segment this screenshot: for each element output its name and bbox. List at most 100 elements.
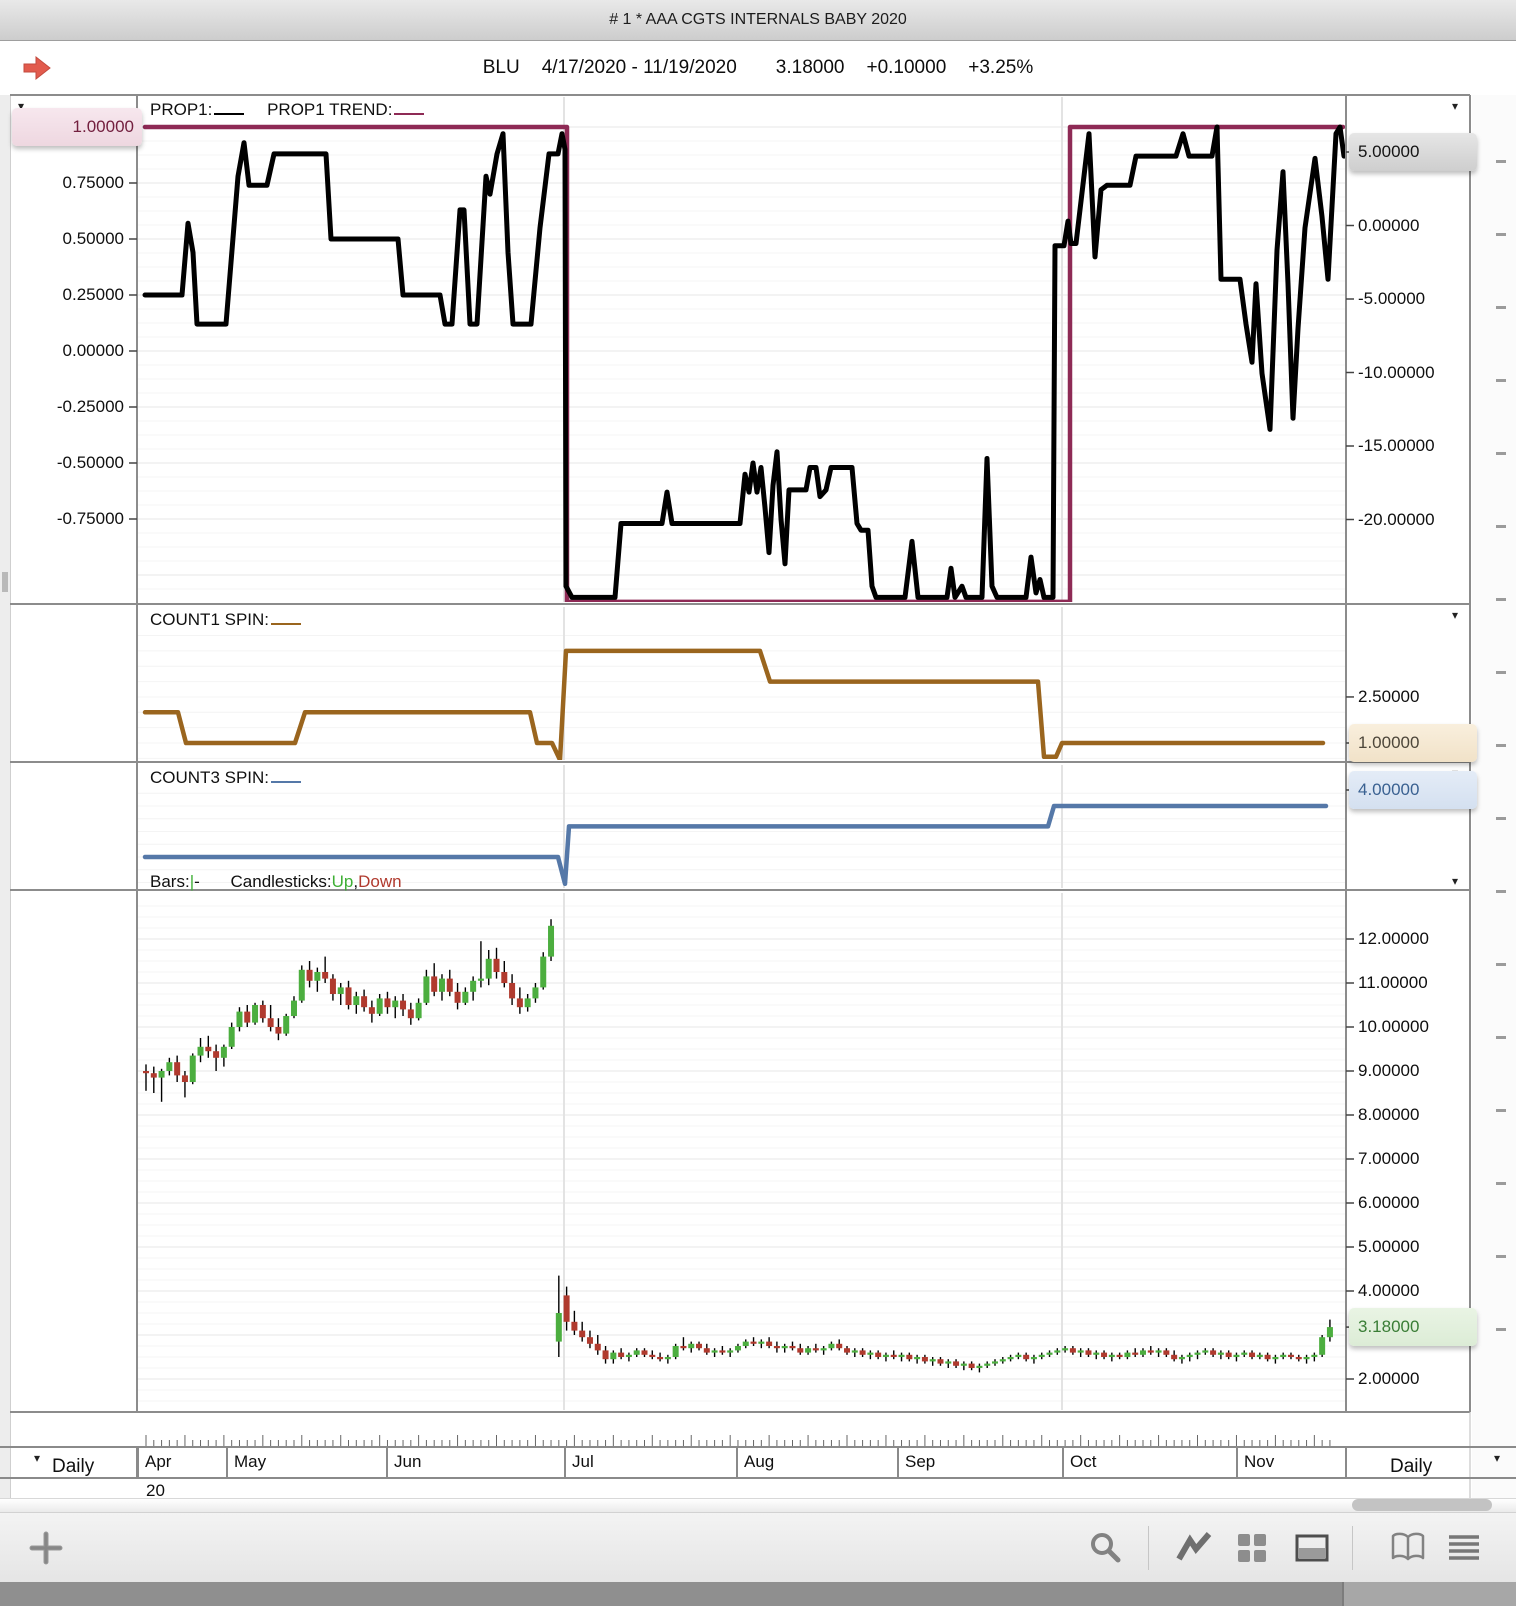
clipped-neighbor-fragment	[1496, 452, 1506, 455]
list-icon[interactable]	[1444, 1528, 1484, 1568]
bottom-toolbar	[0, 1512, 1516, 1583]
panel-layout-icon[interactable]	[1292, 1528, 1332, 1568]
prop1-line-swatch	[214, 100, 245, 115]
candlesticks-label[interactable]: Candlesticks:	[231, 872, 332, 891]
window-title-bar[interactable]: # 1 * AAA CGTS INTERNALS BABY 2020	[0, 0, 1516, 41]
axis-highlight-value: 3.18000	[1349, 1308, 1477, 1347]
right-window-edge	[1472, 95, 1516, 1498]
month-label: Jul	[564, 1448, 736, 1477]
axis-highlight-value: 4.00000	[1349, 771, 1477, 809]
month-label: May	[226, 1448, 386, 1477]
quote-summary: BLU 4/17/2020 - 11/19/2020 3.18000 +0.10…	[0, 41, 1516, 95]
count3-label[interactable]: COUNT3 SPIN:	[150, 768, 269, 787]
date-range-label: 4/17/2020 - 11/19/2020	[541, 57, 737, 78]
horizontal-scrollbar-track[interactable]	[0, 1498, 1516, 1513]
axis-tick-label: 12.00000	[1358, 929, 1429, 948]
app-window: # 1 * AAA CGTS INTERNALS BABY 2020 BLU 4…	[0, 0, 1516, 1606]
add-button[interactable]	[26, 1528, 66, 1568]
count3-line-swatch	[271, 768, 302, 783]
bars-label[interactable]: Bars:	[150, 872, 190, 891]
clipped-neighbor-fragment	[1496, 1255, 1506, 1258]
last-price-label: 3.18000	[775, 57, 845, 78]
count1-label[interactable]: COUNT1 SPIN:	[150, 610, 269, 629]
candles-up-label: Up	[331, 872, 354, 891]
search-icon[interactable]	[1085, 1528, 1125, 1568]
axis-tick-label: 0.00000	[62, 341, 124, 360]
axis-tick-label: -20.00000	[1358, 509, 1435, 529]
prop1-trend-label[interactable]: PROP1 TREND:	[267, 100, 392, 119]
prop1-header: PROP1: PROP1 TREND:	[150, 100, 426, 120]
clipped-neighbor-fragment	[1496, 379, 1506, 382]
period-selector-right[interactable]: Daily	[1390, 1456, 1432, 1478]
month-label: Apr	[137, 1448, 226, 1477]
toolbar-separator	[1148, 1526, 1149, 1570]
prop1-trend-line-swatch	[394, 100, 425, 115]
axis-tick-label: 4.00000	[1358, 1281, 1420, 1300]
info-bar: BLU 4/17/2020 - 11/19/2020 3.18000 +0.10…	[0, 41, 1516, 95]
axis-tick-label: 0.75000	[62, 173, 124, 192]
bars-dash-glyph: -	[194, 872, 200, 891]
clipped-neighbor-fragment	[1496, 598, 1506, 601]
clipped-neighbor-fragment	[1496, 963, 1506, 966]
period-selector-left[interactable]: Daily	[52, 1456, 94, 1478]
prop1-label[interactable]: PROP1:	[150, 100, 212, 119]
axis-tick-label: -0.50000	[56, 453, 124, 472]
axis-tick-label: 8.00000	[1358, 1105, 1420, 1124]
grid-layout-icon[interactable]	[1232, 1528, 1272, 1568]
axis-tick-label: 10.00000	[1358, 1017, 1429, 1036]
count1-axis-menu-icon[interactable]: ▾	[1452, 609, 1458, 621]
axis-tick-label: 0.50000	[62, 229, 124, 248]
horizontal-scrollbar-thumb[interactable]	[1352, 1499, 1492, 1511]
clipped-neighbor-fragment	[1496, 160, 1506, 163]
count1-header: COUNT1 SPIN:	[150, 610, 303, 630]
clipped-neighbor-fragment	[1496, 1182, 1506, 1185]
charts-canvas	[10, 94, 1471, 1498]
prop1-right-axis-menu-icon[interactable]: ▾	[1452, 100, 1458, 112]
left-edge-mark	[2, 572, 8, 592]
axis-tick-label: 11.00000	[1358, 973, 1428, 992]
axis-tick-label: -0.25000	[56, 397, 124, 416]
axis-tick-label: 6.00000	[1358, 1193, 1420, 1212]
axis-tick-label: 5.00000	[1358, 1237, 1420, 1256]
axis-tick-label: 2.00000	[1358, 1369, 1420, 1388]
window-title: # 1 * AAA CGTS INTERNALS BABY 2020	[609, 11, 907, 28]
candles-down-label: Down	[358, 872, 402, 891]
clipped-neighbor-fragment	[1496, 233, 1506, 236]
month-label: Oct	[1062, 1448, 1236, 1477]
clipped-neighbor-fragment	[1496, 890, 1506, 893]
toolbar-separator	[1352, 1526, 1353, 1570]
axis-tick-label: 7.00000	[1358, 1149, 1420, 1168]
clipped-neighbor-fragment	[1496, 1328, 1506, 1331]
axis-tick-label: 9.00000	[1358, 1061, 1420, 1080]
month-label: Jun	[386, 1448, 564, 1477]
book-icon[interactable]	[1388, 1528, 1428, 1568]
axis-highlight-value: 1.00000	[12, 108, 142, 146]
axis-tick-label: 0.00000	[1358, 215, 1420, 235]
line-chart-icon[interactable]	[1174, 1528, 1214, 1568]
axis-highlight-value: 1.00000	[1349, 724, 1477, 762]
count3-header: COUNT3 SPIN:	[150, 768, 303, 788]
change-percent-label: +3.25%	[968, 57, 1034, 78]
month-label: Sep	[897, 1448, 1062, 1477]
axis-tick-label: -5.00000	[1358, 289, 1426, 308]
axis-tick-label: -0.75000	[56, 509, 124, 528]
axis-tick-label: -15.00000	[1358, 436, 1435, 455]
clipped-neighbor-fragment	[1496, 671, 1506, 674]
clipped-neighbor-fragment	[1496, 817, 1506, 820]
clipped-neighbor-fragment	[1496, 525, 1506, 528]
change-label: +0.10000	[866, 57, 947, 78]
clipped-neighbor-fragment	[1496, 1036, 1506, 1039]
month-label: Nov	[1236, 1448, 1346, 1477]
axis-tick-label: -10.00000	[1358, 362, 1435, 382]
left-window-edge	[0, 95, 11, 1498]
axis-highlight-value: 5.00000	[1349, 133, 1477, 171]
bottom-status-bar-right	[1342, 1582, 1516, 1606]
price-header: Bars:|- Candlesticks:Up,Down	[150, 872, 402, 892]
bottom-status-bar	[0, 1582, 1516, 1606]
clipped-neighbor-fragment	[1496, 1109, 1506, 1112]
clipped-neighbor-fragment	[1496, 744, 1506, 747]
price-axis-menu-icon[interactable]: ▾	[1452, 875, 1458, 887]
month-label: Aug	[736, 1448, 897, 1477]
clipped-neighbor-fragment	[1496, 306, 1506, 309]
axis-tick-label: 2.50000	[1358, 686, 1420, 706]
